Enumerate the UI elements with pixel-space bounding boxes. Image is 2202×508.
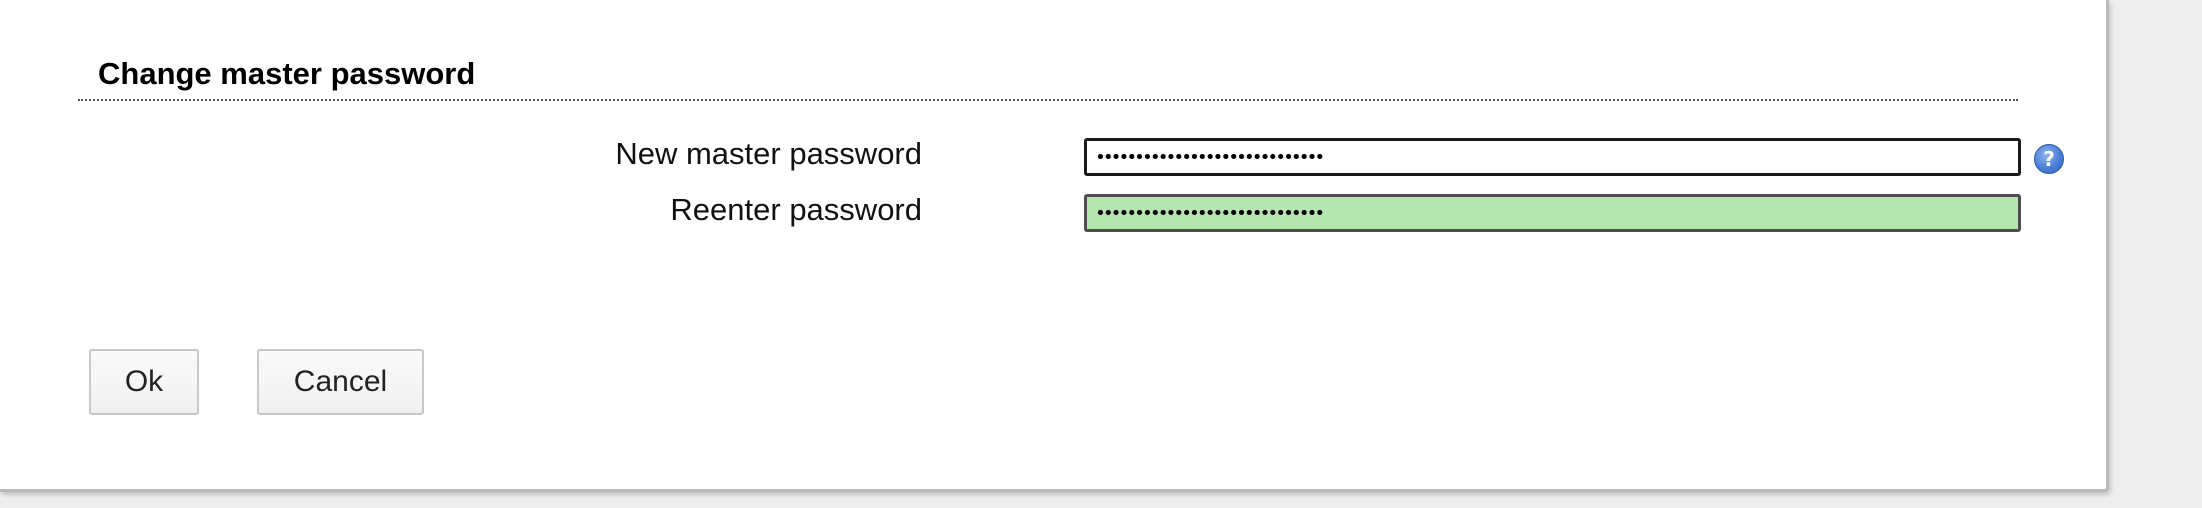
section-separator: [78, 99, 2018, 101]
help-icon[interactable]: ?: [2034, 144, 2064, 174]
ok-button[interactable]: Ok: [89, 349, 199, 415]
change-master-password-dialog: Change master password New master passwo…: [0, 0, 2109, 492]
reenter-password-label: Reenter password: [670, 192, 922, 227]
new-master-password-label: New master password: [615, 136, 922, 171]
reenter-password-input[interactable]: [1084, 194, 2021, 232]
section-title: Change master password: [98, 56, 476, 91]
cancel-button[interactable]: Cancel: [257, 349, 424, 415]
new-master-password-input[interactable]: [1084, 138, 2021, 176]
